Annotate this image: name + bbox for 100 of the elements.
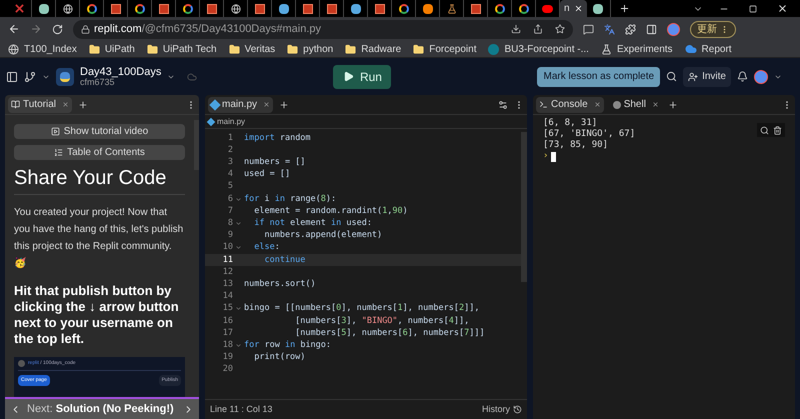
bookmark-item[interactable]: Veritas [228,42,276,56]
folder-icon [287,44,298,54]
line-number: 7 [226,204,233,218]
sharepoint-icon [488,44,500,54]
line-number: 2 [226,144,233,157]
maximize-icon[interactable] [749,4,757,12]
close-icon[interactable] [777,3,788,14]
fold-icon[interactable] [235,342,242,349]
new-tab-icon[interactable] [618,3,630,14]
install-icon[interactable] [511,24,521,34]
panel-tab[interactable]: Console [536,96,604,112]
bookmark-item[interactable]: Forcepoint [413,42,476,56]
side-panel-icon[interactable] [646,24,657,34]
table-of-contents-button[interactable]: Table of Contents [14,145,185,160]
invite-button[interactable]: Invite [683,66,731,86]
code-text: numbers.append(element) [263,229,382,242]
file-breadcrumb[interactable]: main.py [217,116,246,128]
line-number: 1 [226,132,233,144]
line-number: 9 [226,229,233,242]
fold-icon[interactable] [235,196,242,203]
uipath-favicon-icon [254,4,264,14]
google-icon [494,4,504,14]
bookmark-item[interactable]: Radware [345,42,402,56]
search-icon[interactable] [666,71,678,82]
run-button[interactable]: Run [333,64,392,88]
lock-icon [81,24,90,34]
list-icon [54,148,64,157]
sidebar-toggle-icon[interactable] [6,70,18,82]
translate-extension-icon[interactable] [604,24,615,34]
search-icon[interactable] [760,126,769,134]
google-icon [86,4,96,14]
update-button[interactable]: 更新 [690,20,736,38]
url-text: replit.com/@cfm6735/Day43100Days#main.py [94,22,322,37]
globe-icon [8,44,19,54]
bookmark-item[interactable]: BU3-Forcepoint -... [488,42,589,56]
next-lesson-bar[interactable]: Next: Solution (No Peeking!) [5,399,199,419]
cross-favicon-icon [15,4,24,13]
python-file-icon [206,117,216,126]
code-text: numbers.sort() [244,278,316,291]
folder-icon [413,44,424,54]
panel-tab[interactable]: Tutorial [8,96,72,112]
editor-settings-icon[interactable] [498,100,508,110]
add-tab-icon[interactable] [78,100,88,110]
history-button[interactable]: History [482,402,522,416]
share-icon[interactable] [533,24,543,34]
lesson-instruction: Hit that publish button by clicking the ↓ arrow button next to your username on the top left. [14,283,180,347]
close-icon[interactable] [574,4,583,13]
user-avatar[interactable] [754,70,768,84]
app-favicon-icon [38,4,48,14]
scrollbar-thumb[interactable] [194,120,199,170]
logo-icon [18,360,25,368]
bookmark-item[interactable]: T100_Index [8,42,77,56]
clear-console-icon[interactable] [773,126,782,134]
line-number: 6 [226,192,233,206]
close-icon[interactable] [652,101,659,108]
repl-name[interactable]: Day43_100Days [80,66,162,78]
line-number: 11 [222,254,233,266]
globe-icon [62,4,72,14]
bookmark-item[interactable]: Report [684,42,732,56]
notifications-icon[interactable] [737,71,748,82]
add-tab-icon[interactable] [668,100,678,110]
line-number: 18 [222,338,233,352]
fold-icon[interactable] [235,244,242,252]
mark-complete-button[interactable]: Mark lesson as complete [537,66,660,86]
bookmark-star-icon[interactable] [555,24,565,34]
bookmark-item[interactable]: UiPath Tech [146,42,217,56]
folder-icon [228,44,240,54]
bookmark-item[interactable]: python [287,42,334,56]
code-text: print(row) [253,351,306,364]
panel-tab[interactable]: Shell [610,96,662,112]
globe-icon [230,4,240,14]
cloud-icon [684,43,697,55]
line-number: 20 [222,363,233,376]
profile-avatar[interactable] [667,22,680,36]
cursor-position: Line 11 : Col 13 [210,402,272,416]
chat-extension-icon[interactable] [583,24,594,34]
version-control-icon[interactable] [24,70,36,82]
address-field[interactable]: replit.com/@cfm6735/Day43100Days#main.py [73,20,573,38]
fold-icon[interactable] [235,305,242,312]
lesson-title: Share Your Code [14,166,185,195]
fold-icon[interactable] [235,220,242,227]
app-favicon-icon [593,4,604,14]
console-output-line: [73, 85, 90] [543,140,610,151]
google-icon [134,4,144,14]
code-text: bingo = [[numbers[0], numbers[1], numbers[2]], [244,302,480,316]
add-tab-icon[interactable] [279,100,290,110]
owner-name: cfm6735 [80,78,115,86]
browser-tab[interactable]: n [560,0,587,17]
file-tab[interactable]: main.py [208,96,274,112]
extensions-icon[interactable] [625,24,636,34]
play-icon [50,127,60,136]
user-plus-icon [688,72,698,82]
bookmark-item[interactable]: Experiments [600,42,673,56]
bookmark-item[interactable]: UiPath [88,42,135,56]
tutorial-video-button[interactable]: Show tutorial video [14,124,185,139]
flask-icon [446,4,456,14]
reload-icon[interactable] [52,24,63,34]
scrollbar-thumb[interactable] [521,132,527,282]
back-icon[interactable] [8,23,20,35]
forward-icon[interactable] [30,23,42,35]
